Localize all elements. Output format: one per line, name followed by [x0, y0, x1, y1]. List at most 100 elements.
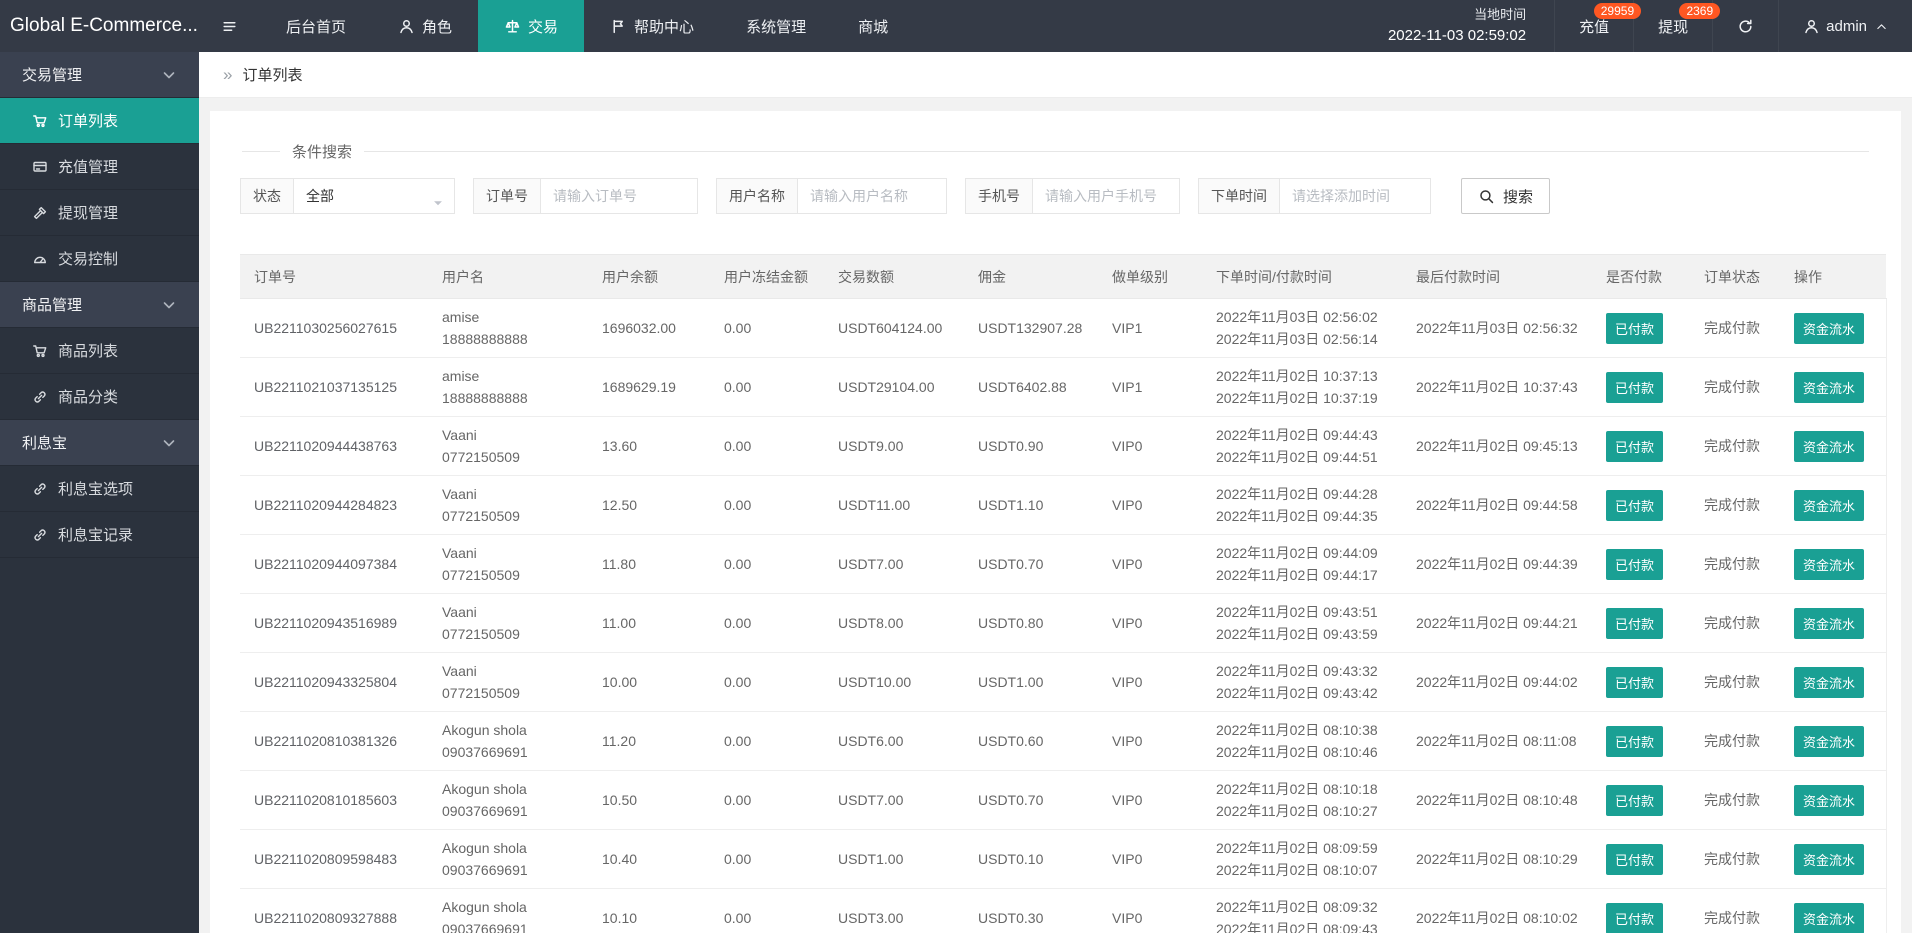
paid-cell: 已付款: [1596, 652, 1694, 712]
order-list-card: 条件搜索 状态 全部 订单号 用户名称: [210, 111, 1901, 933]
trade-amount-cell: USDT6.00: [828, 711, 968, 771]
link-icon: [32, 389, 48, 405]
fund-flow-button[interactable]: 资金流水: [1794, 489, 1865, 521]
table-row: UB2211020943325804 Vaani 0772150509 10.00 0.…: [240, 652, 1887, 712]
fund-flow-button[interactable]: 资金流水: [1794, 312, 1865, 344]
action-cell: 资金流水: [1784, 534, 1887, 594]
nav-item-4[interactable]: 帮助中心: [584, 0, 720, 52]
breadcrumb: » 订单列表: [199, 52, 1912, 98]
vip-level-cell: VIP0: [1102, 829, 1206, 889]
sidebar-group-label: 利息宝: [22, 435, 68, 452]
balance-cell: 10.50: [592, 770, 714, 830]
fund-flow-button[interactable]: 资金流水: [1794, 607, 1865, 639]
trade-amount-cell: USDT9.00: [828, 416, 968, 476]
balance-cell: 12.50: [592, 475, 714, 535]
column-header: 最后付款时间: [1406, 254, 1596, 299]
nav-item-6[interactable]: 商城: [832, 0, 914, 52]
balance-cell: 11.80: [592, 534, 714, 594]
sidebar-item-商品分类[interactable]: 商品分类: [0, 374, 199, 420]
balance-cell: 1689629.19: [592, 357, 714, 417]
app-logo[interactable]: Global E-Commerce...: [0, 0, 199, 52]
sidebar-item-label: 提现管理: [58, 205, 119, 222]
phone-input[interactable]: [1032, 178, 1180, 214]
orders-table-header: 订单号 用户名 用户余额 用户冻结金额 交易数额 佣金 做单级别 下单时间/付款时间 最后付款时…: [240, 254, 1886, 299]
withdraw-button[interactable]: 提现 2369: [1633, 0, 1721, 52]
nav-item-3[interactable]: 交易: [478, 0, 585, 52]
nav-item-2[interactable]: 角色: [372, 0, 478, 52]
fund-flow-button[interactable]: 资金流水: [1794, 725, 1865, 757]
status-select[interactable]: 全部: [293, 178, 455, 214]
order-pay-time-cell: 2022年11月02日 09:43:32 2022年11月02日 09:43:42: [1206, 652, 1406, 712]
main-content: » 订单列表 条件搜索 状态 全部 订单号 请输入订单号 用户名称 请输入用户名…: [199, 52, 1912, 933]
order-pay-time-cell: 2022年11月02日 08:09:32 2022年11月02日 08:09:43: [1206, 888, 1406, 933]
order-no-input[interactable]: [540, 178, 698, 214]
fund-flow-button[interactable]: 资金流水: [1794, 784, 1865, 816]
fund-flow-button[interactable]: 资金流水: [1794, 371, 1865, 403]
sidebar-item-商品列表[interactable]: 商品列表: [0, 328, 199, 374]
sidebar-item-充值管理[interactable]: 充值管理: [0, 144, 199, 190]
fund-flow-button[interactable]: 资金流水: [1794, 430, 1865, 462]
status-selected-value: 全部: [306, 188, 334, 204]
order-status-cell: 完成付款: [1694, 888, 1784, 933]
fund-flow-button[interactable]: 资金流水: [1794, 902, 1865, 933]
nav-item-5[interactable]: 系统管理: [720, 0, 832, 52]
sidebar-item-利息宝记录[interactable]: 利息宝记录: [0, 512, 199, 558]
order-status-cell: 完成付款: [1694, 416, 1784, 476]
last-pay-time-cell: 2022年11月02日 09:45:13: [1406, 416, 1596, 476]
sidebar-group-label: 交易管理: [22, 67, 83, 84]
fund-flow-button[interactable]: 资金流水: [1794, 843, 1865, 875]
user-cell: Akogun shola 09037669691: [432, 888, 592, 933]
withdraw-label: 提现: [1658, 18, 1689, 36]
user-cell: Vaani 0772150509: [432, 593, 592, 653]
sidebar-item-利息宝选项[interactable]: 利息宝选项: [0, 466, 199, 512]
local-time-label: 当地时间: [1474, 7, 1527, 22]
action-cell: 资金流水: [1784, 829, 1887, 889]
hammer-icon: [32, 205, 48, 221]
nav-item-1[interactable]: 后台首页: [260, 0, 372, 52]
column-header: 佣金: [968, 254, 1102, 299]
order-pay-time-cell: 2022年11月02日 08:09:59 2022年11月02日 08:10:07: [1206, 829, 1406, 889]
user-name-input[interactable]: [797, 178, 947, 214]
sidebar-group-2[interactable]: 商品管理: [0, 282, 199, 328]
fund-flow-button[interactable]: 资金流水: [1794, 666, 1865, 698]
commission-cell: USDT0.90: [968, 416, 1102, 476]
balance-cell: 11.20: [592, 711, 714, 771]
sidebar-item-交易控制[interactable]: 交易控制: [0, 236, 199, 282]
sidebar-group-3[interactable]: 利息宝: [0, 420, 199, 466]
frozen-amount-cell: 0.00: [714, 770, 828, 830]
chevron-down-icon: [161, 67, 177, 83]
sidebar-toggle-button[interactable]: [199, 0, 260, 52]
sidebar-item-订单列表[interactable]: 订单列表: [0, 98, 199, 144]
last-pay-time-cell: 2022年11月02日 10:37:43: [1406, 357, 1596, 417]
refresh-button[interactable]: [1712, 0, 1778, 52]
chevron-up-icon: [1875, 20, 1888, 33]
order-no-cell: UB2211020810185603: [240, 770, 432, 830]
order-time-input[interactable]: [1279, 178, 1431, 214]
last-pay-time-cell: 2022年11月02日 09:44:21: [1406, 593, 1596, 653]
user-cell: Akogun shola 09037669691: [432, 829, 592, 889]
sidebar-item-提现管理[interactable]: 提现管理: [0, 190, 199, 236]
user-menu[interactable]: admin: [1778, 0, 1912, 52]
nav-item-label: 后台首页: [286, 18, 347, 36]
card-icon: [32, 159, 48, 175]
sidebar-group-1[interactable]: 交易管理: [0, 52, 199, 98]
user-icon: [1803, 18, 1820, 35]
nav-item-label: 角色: [422, 18, 453, 36]
user-name-label: 用户名称: [716, 178, 797, 214]
column-header: 订单状态: [1694, 254, 1784, 299]
page-title: 订单列表: [242, 67, 303, 84]
table-row: UB2211020810185603 Akogun shola 0903766969…: [240, 770, 1887, 830]
trade-amount-cell: USDT3.00: [828, 888, 968, 933]
refresh-icon: [1737, 18, 1754, 35]
search-button[interactable]: 搜索: [1461, 178, 1551, 214]
trade-amount-cell: USDT8.00: [828, 593, 968, 653]
paid-cell: 已付款: [1596, 593, 1694, 653]
fund-flow-button[interactable]: 资金流水: [1794, 548, 1865, 580]
order-time-filter: 下单时间: [1198, 178, 1431, 214]
local-time-value: 2022-11-03 02:59:02: [1387, 26, 1527, 44]
vip-level-cell: VIP0: [1102, 888, 1206, 933]
order-no-cell: UB2211020810381326: [240, 711, 432, 771]
commission-cell: USDT0.70: [968, 770, 1102, 830]
recharge-button[interactable]: 充值 29959: [1554, 0, 1642, 52]
table-row: UB2211020944438763 Vaani 0772150509 13.60 0.…: [240, 416, 1887, 476]
